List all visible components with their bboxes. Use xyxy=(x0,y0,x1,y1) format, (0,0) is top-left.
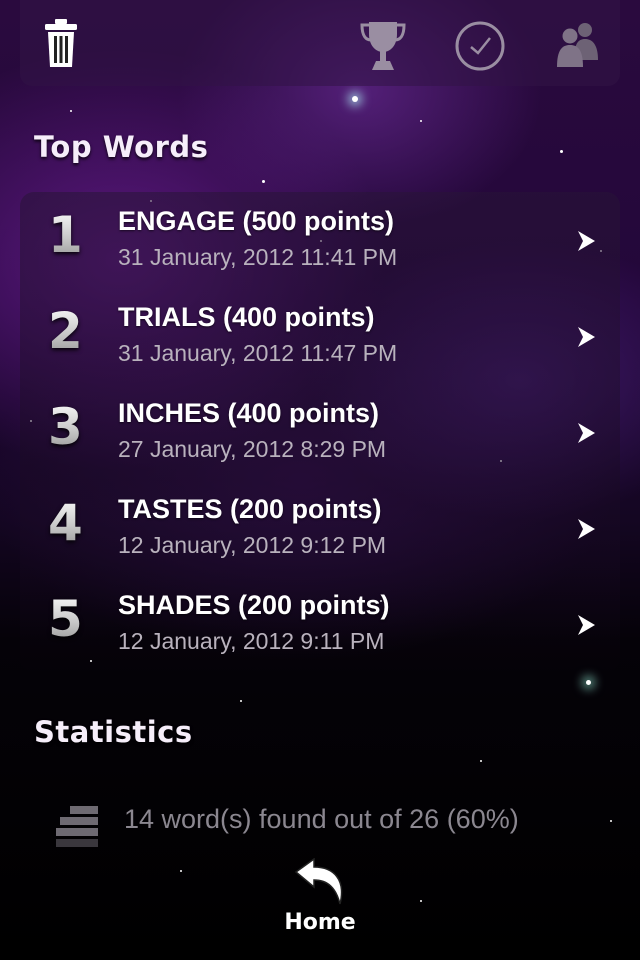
trophy-icon[interactable] xyxy=(360,20,406,77)
chevron-right-icon xyxy=(576,614,596,641)
word-date: 12 January, 2012 9:12 PM xyxy=(118,532,387,558)
statistics-title: Statistics xyxy=(34,715,193,749)
top-word-row-5[interactable]: 5 SHADES (200 points) 12 January, 2012 9… xyxy=(20,576,620,672)
words-found-text: 14 word(s) found out of 26 (60%) xyxy=(124,804,519,834)
top-word-row-1[interactable]: 1 ENGAGE (500 points) 31 January, 2012 1… xyxy=(20,192,620,288)
word-score: TASTES (200 points) xyxy=(118,494,382,524)
word-date: 12 January, 2012 9:11 PM xyxy=(118,628,385,654)
chevron-right-icon xyxy=(576,422,596,449)
back-arrow-icon xyxy=(294,857,346,913)
word-score: TRIALS (400 points) xyxy=(118,302,375,332)
word-date: 31 January, 2012 11:41 PM xyxy=(118,244,398,270)
word-date: 27 January, 2012 8:29 PM xyxy=(118,436,387,462)
word-score: INCHES (400 points) xyxy=(118,398,380,428)
bar-chart-icon xyxy=(56,804,100,857)
rank-number: 4 xyxy=(48,494,83,552)
words-found-stat: 14 word(s) found out of 26 (60%) xyxy=(56,800,616,850)
word-score: ENGAGE (500 points) xyxy=(118,206,395,236)
trash-icon[interactable] xyxy=(44,18,78,73)
top-word-row-3[interactable]: 3 INCHES (400 points) 27 January, 2012 8… xyxy=(20,384,620,480)
word-score: SHADES (200 points) xyxy=(118,590,390,620)
chevron-right-icon xyxy=(576,326,596,353)
people-icon[interactable] xyxy=(556,22,600,73)
chevron-right-icon xyxy=(576,518,596,545)
clock-icon[interactable] xyxy=(454,20,506,77)
rank-number: 2 xyxy=(48,302,83,360)
rank-number: 1 xyxy=(48,206,83,264)
chevron-right-icon xyxy=(576,230,596,257)
top-word-row-2[interactable]: 2 TRIALS (400 points) 31 January, 2012 1… xyxy=(20,288,620,384)
top-toolbar xyxy=(20,0,620,86)
rank-number: 5 xyxy=(48,590,83,648)
word-date: 31 January, 2012 11:47 PM xyxy=(118,340,398,366)
top-word-row-4[interactable]: 4 TASTES (200 points) 12 January, 2012 9… xyxy=(20,480,620,576)
top-words-title: Top Words xyxy=(34,130,209,164)
home-button[interactable]: Home xyxy=(270,857,370,944)
home-label: Home xyxy=(284,910,356,935)
rank-number: 3 xyxy=(48,398,83,456)
